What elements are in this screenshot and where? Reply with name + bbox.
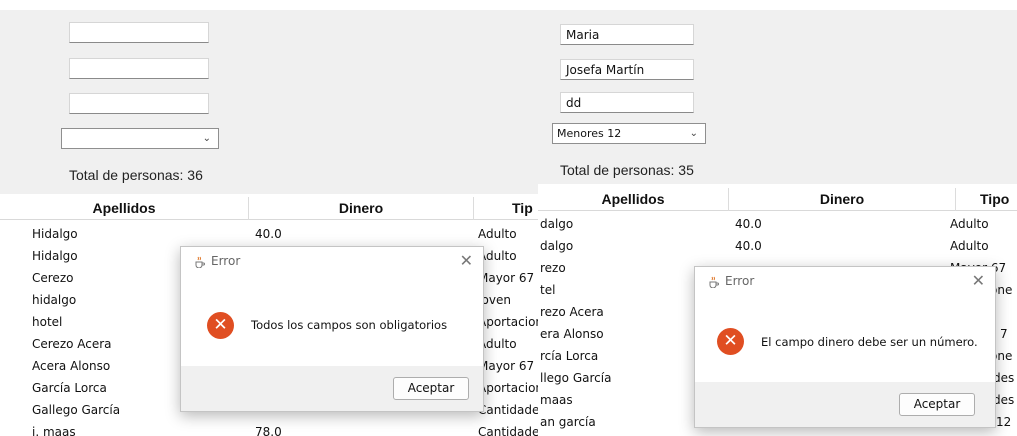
- cell-apellidos[interactable]: Gallego García: [32, 403, 120, 417]
- tipo-select-value: Menores 12: [557, 127, 622, 140]
- chevron-down-icon: ⌄: [202, 133, 211, 144]
- cell-apellidos[interactable]: Hidalgo: [32, 249, 78, 263]
- cell-tipo[interactable]: Mayor 67: [478, 271, 534, 285]
- close-icon[interactable]: ✕: [972, 271, 985, 290]
- column-header-apellidos[interactable]: Apellidos: [538, 191, 728, 207]
- dialog-titlebar[interactable]: Error ✕: [181, 247, 483, 277]
- cell-apellidos[interactable]: García Lorca: [32, 381, 107, 395]
- right-window: Maria Josefa Martín dd Menores 12 ⌄ Tota…: [538, 0, 1017, 436]
- left-window: ⌄ Total de personas: 36 Apellidos Dinero…: [0, 0, 538, 436]
- cell-apellidos[interactable]: era Alonso: [540, 327, 604, 341]
- cell-apellidos[interactable]: dalgo: [540, 239, 573, 253]
- form-panel: ⌄ Total de personas: 36: [0, 10, 538, 194]
- cell-dinero[interactable]: 40.0: [255, 227, 282, 241]
- cell-apellidos[interactable]: dalgo: [540, 217, 573, 231]
- column-header-apellidos[interactable]: Apellidos: [0, 200, 248, 216]
- apellidos-field[interactable]: Josefa Martín: [560, 59, 694, 80]
- form-panel: Maria Josefa Martín dd Menores 12 ⌄ Tota…: [538, 10, 1017, 184]
- cell-dinero[interactable]: 40.0: [735, 217, 762, 231]
- dialog-titlebar[interactable]: Error ✕: [695, 267, 995, 297]
- dialog-footer: Aceptar: [181, 366, 483, 411]
- cell-apellidos[interactable]: an garcía: [540, 415, 596, 429]
- chevron-down-icon: ⌄: [689, 128, 698, 139]
- cell-tipo[interactable]: des: [993, 393, 1014, 407]
- total-personas-label: Total de personas: 35: [560, 162, 694, 178]
- aceptar-button[interactable]: Aceptar: [393, 377, 469, 400]
- dinero-field[interactable]: [69, 93, 209, 114]
- cell-apellidos[interactable]: Cerezo: [32, 271, 73, 285]
- cell-tipo[interactable]: Aportacion: [478, 381, 538, 395]
- table-header: Apellidos Dinero Tip: [0, 197, 538, 220]
- cell-tipo[interactable]: des: [993, 371, 1014, 385]
- column-header-tipo[interactable]: Tip: [474, 200, 538, 216]
- cell-apellidos[interactable]: llego García: [540, 371, 611, 385]
- column-header-dinero[interactable]: Dinero: [729, 191, 955, 207]
- cell-apellidos[interactable]: Cerezo Acera: [32, 337, 112, 351]
- cell-tipo[interactable]: 7: [1000, 327, 1008, 341]
- cell-apellidos[interactable]: rezo: [540, 261, 566, 275]
- error-dialog: Error ✕ ✕ Todos los campos son obligator…: [180, 246, 484, 412]
- cell-apellidos[interactable]: rcía Lorca: [540, 349, 598, 363]
- column-header-dinero[interactable]: Dinero: [249, 200, 473, 216]
- cell-apellidos[interactable]: j. maas: [32, 425, 76, 436]
- tipo-select[interactable]: Menores 12 ⌄: [552, 123, 706, 144]
- apellidos-field[interactable]: [69, 58, 209, 79]
- cell-tipo[interactable]: Mayor 67: [478, 359, 534, 373]
- dialog-message: El campo dinero debe ser un número.: [761, 335, 978, 349]
- cell-apellidos[interactable]: tel: [540, 283, 555, 297]
- cell-tipo[interactable]: Cantidades: [478, 403, 538, 417]
- aceptar-button[interactable]: Aceptar: [899, 393, 975, 416]
- total-personas-label: Total de personas: 36: [69, 167, 203, 183]
- dinero-field[interactable]: dd: [560, 92, 694, 113]
- java-cup-icon: [195, 256, 205, 268]
- nombre-field[interactable]: Maria: [560, 24, 694, 45]
- error-icon: ✕: [207, 312, 234, 339]
- cell-tipo[interactable]: 12: [996, 415, 1011, 429]
- nombre-field[interactable]: [69, 22, 209, 43]
- cell-tipo[interactable]: Adulto: [950, 239, 989, 253]
- cell-tipo[interactable]: Adulto: [478, 227, 517, 241]
- dialog-title: Error: [211, 254, 241, 268]
- tipo-select[interactable]: ⌄: [61, 128, 219, 149]
- column-header-tipo[interactable]: Tipo: [956, 191, 1017, 207]
- cell-apellidos[interactable]: maas: [540, 393, 573, 407]
- dialog-footer: Aceptar: [695, 382, 995, 427]
- cell-dinero[interactable]: 78.0: [255, 425, 282, 436]
- cell-apellidos[interactable]: Acera Alonso: [32, 359, 110, 373]
- error-dialog: Error ✕ ✕ El campo dinero debe ser un nú…: [694, 266, 996, 428]
- cell-tipo[interactable]: Cantidades: [478, 425, 538, 436]
- cell-apellidos[interactable]: rezo Acera: [540, 305, 604, 319]
- cell-apellidos[interactable]: hotel: [32, 315, 62, 329]
- cell-apellidos[interactable]: hidalgo: [32, 293, 76, 307]
- error-icon: ✕: [717, 328, 744, 355]
- cell-tipo[interactable]: Adulto: [950, 217, 989, 231]
- cell-tipo[interactable]: Aportacion: [478, 315, 538, 329]
- cell-dinero[interactable]: 40.0: [735, 239, 762, 253]
- cell-apellidos[interactable]: Hidalgo: [32, 227, 78, 241]
- dialog-message: Todos los campos son obligatorios: [251, 318, 448, 332]
- table-header: Apellidos Dinero Tipo: [538, 188, 1017, 211]
- java-cup-icon: [709, 276, 719, 288]
- dialog-title: Error: [725, 274, 755, 288]
- close-icon[interactable]: ✕: [460, 251, 473, 270]
